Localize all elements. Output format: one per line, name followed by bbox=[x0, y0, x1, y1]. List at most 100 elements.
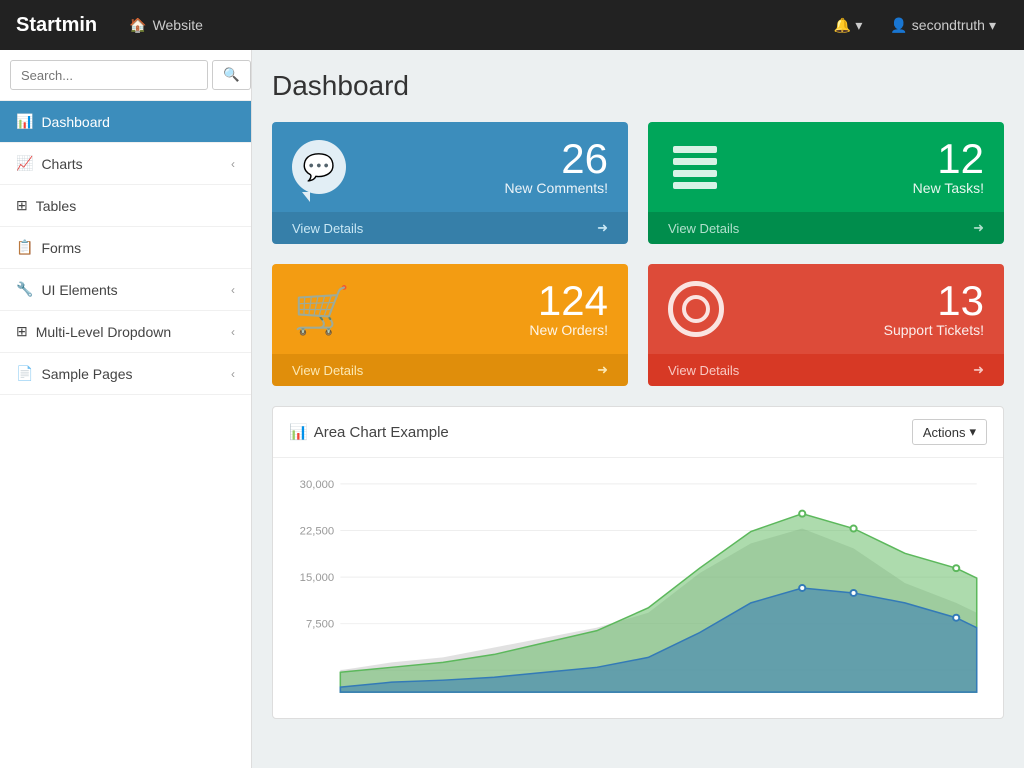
nav-left: 🏠 Website bbox=[117, 17, 822, 34]
user-caret: ▾ bbox=[989, 17, 996, 34]
widget-footer-orders[interactable]: View Details ➜ bbox=[272, 354, 628, 386]
chat-bubble-icon: 💬 bbox=[292, 140, 346, 194]
search-button[interactable]: 🔍 bbox=[212, 60, 251, 90]
navbar: Startmin 🏠 Website 🔔 ▾ 👤 secondtruth ▾ bbox=[0, 0, 1024, 50]
user-name: secondtruth bbox=[912, 17, 985, 33]
sidebar-label-dashboard: Dashboard bbox=[41, 114, 110, 130]
sidebar-search-container: 🔍 bbox=[0, 50, 251, 101]
widget-body-comments: 💬 26 New Comments! bbox=[272, 122, 628, 212]
widget-body-tasks: 12 New Tasks! bbox=[648, 122, 1004, 212]
widget-footer-comments[interactable]: View Details ➜ bbox=[272, 212, 628, 244]
view-details-tasks: View Details bbox=[668, 221, 739, 236]
chart-title: 📊 Area Chart Example bbox=[289, 423, 449, 441]
widget-body-orders: 🛒 124 New Orders! bbox=[272, 264, 628, 354]
ui-icon: 🔧 bbox=[16, 281, 33, 298]
svg-text:7,500: 7,500 bbox=[306, 619, 334, 631]
support-icon bbox=[668, 281, 724, 337]
bell-icon: 🔔 bbox=[834, 17, 851, 34]
actions-button[interactable]: Actions ▾ bbox=[912, 419, 987, 445]
widget-tickets: 13 Support Tickets! View Details ➜ bbox=[648, 264, 1004, 386]
widget-label-tickets: Support Tickets! bbox=[740, 322, 984, 338]
widget-comments: 💬 26 New Comments! View Details ➜ bbox=[272, 122, 628, 244]
chart-body: 30,000 22,500 15,000 7,500 bbox=[273, 458, 1003, 718]
widget-info-tasks: 12 New Tasks! bbox=[738, 138, 984, 196]
chart-header: 📊 Area Chart Example Actions ▾ bbox=[273, 407, 1003, 458]
layout: 🔍 📊 Dashboard 📈 Charts ‹ ⊞ Tables � bbox=[0, 50, 1024, 768]
chevron-left-icon-pages: ‹ bbox=[231, 367, 235, 381]
sidebar-label-pages: Sample Pages bbox=[41, 366, 132, 382]
widget-info-tickets: 13 Support Tickets! bbox=[740, 280, 984, 338]
widget-footer-tickets[interactable]: View Details ➜ bbox=[648, 354, 1004, 386]
actions-caret-icon: ▾ bbox=[969, 424, 976, 440]
bell-menu[interactable]: 🔔 ▾ bbox=[822, 17, 874, 34]
sidebar-label-tables: Tables bbox=[36, 198, 76, 214]
widget-number-comments: 26 bbox=[362, 138, 608, 180]
tasks-bar-4 bbox=[673, 182, 717, 189]
svg-text:22,500: 22,500 bbox=[300, 526, 334, 538]
chevron-left-icon-ui: ‹ bbox=[231, 283, 235, 297]
pages-icon: 📄 bbox=[16, 365, 33, 382]
user-menu[interactable]: 👤 secondtruth ▾ bbox=[878, 17, 1008, 34]
tables-icon: ⊞ bbox=[16, 197, 28, 214]
nav-right: 🔔 ▾ 👤 secondtruth ▾ bbox=[822, 17, 1008, 34]
sidebar-label-multi: Multi-Level Dropdown bbox=[36, 324, 171, 340]
sidebar-label-charts: Charts bbox=[41, 156, 82, 172]
widget-info-comments: 26 New Comments! bbox=[362, 138, 608, 196]
sidebar-label-forms: Forms bbox=[41, 240, 81, 256]
sidebar: 🔍 📊 Dashboard 📈 Charts ‹ ⊞ Tables � bbox=[0, 50, 252, 768]
widget-number-tickets: 13 bbox=[740, 280, 984, 322]
arrow-right-icon-comments: ➜ bbox=[597, 220, 608, 236]
view-details-tickets: View Details bbox=[668, 363, 739, 378]
page-title: Dashboard bbox=[272, 70, 1004, 102]
widget-label-orders: New Orders! bbox=[368, 322, 608, 338]
user-icon: 👤 bbox=[890, 17, 907, 34]
arrow-right-icon-tickets: ➜ bbox=[973, 362, 984, 378]
sidebar-item-tables[interactable]: ⊞ Tables bbox=[0, 185, 251, 227]
widgets-row-2: 🛒 124 New Orders! View Details ➜ bbox=[272, 264, 1004, 386]
arrow-right-icon-tasks: ➜ bbox=[973, 220, 984, 236]
widget-label-comments: New Comments! bbox=[362, 180, 608, 196]
tasks-bar-1 bbox=[673, 146, 717, 153]
widget-body-tickets: 13 Support Tickets! bbox=[648, 264, 1004, 354]
bar-chart-icon: 📊 bbox=[289, 423, 308, 441]
tasks-icon bbox=[668, 140, 722, 194]
home-icon: 🏠 bbox=[129, 17, 146, 34]
area-chart: 30,000 22,500 15,000 7,500 bbox=[289, 474, 987, 702]
brand-logo[interactable]: Startmin bbox=[16, 14, 97, 37]
comment-icon: 💬 bbox=[303, 154, 335, 180]
chevron-left-icon: ‹ bbox=[231, 157, 235, 171]
sidebar-item-forms[interactable]: 📋 Forms bbox=[0, 227, 251, 269]
bell-caret: ▾ bbox=[855, 17, 862, 34]
tasks-bar-2 bbox=[673, 158, 717, 165]
search-input[interactable] bbox=[10, 60, 208, 90]
chart-panel: 📊 Area Chart Example Actions ▾ bbox=[272, 406, 1004, 719]
svg-text:15,000: 15,000 bbox=[300, 572, 334, 584]
widget-footer-tasks[interactable]: View Details ➜ bbox=[648, 212, 1004, 244]
svg-text:30,000: 30,000 bbox=[300, 479, 334, 491]
cart-icon: 🛒 bbox=[292, 280, 352, 338]
sidebar-item-multi-level[interactable]: ⊞ Multi-Level Dropdown ‹ bbox=[0, 311, 251, 353]
tasks-bar-3 bbox=[673, 170, 717, 177]
widget-tasks: 12 New Tasks! View Details ➜ bbox=[648, 122, 1004, 244]
search-icon: 🔍 bbox=[223, 67, 240, 82]
widget-label-tasks: New Tasks! bbox=[738, 180, 984, 196]
sidebar-item-ui-elements[interactable]: 🔧 UI Elements ‹ bbox=[0, 269, 251, 311]
sidebar-item-sample-pages[interactable]: 📄 Sample Pages ‹ bbox=[0, 353, 251, 395]
forms-icon: 📋 bbox=[16, 239, 33, 256]
main-content: Dashboard 💬 26 New Comments! View Detail… bbox=[252, 50, 1024, 768]
sidebar-item-charts[interactable]: 📈 Charts ‹ bbox=[0, 143, 251, 185]
widget-orders: 🛒 124 New Orders! View Details ➜ bbox=[272, 264, 628, 386]
view-details-orders: View Details bbox=[292, 363, 363, 378]
nav-website-link[interactable]: 🏠 Website bbox=[117, 17, 215, 34]
widgets-row-1: 💬 26 New Comments! View Details ➜ bbox=[272, 122, 1004, 244]
widget-number-tasks: 12 bbox=[738, 138, 984, 180]
multi-icon: ⊞ bbox=[16, 323, 28, 340]
nav-website-label: Website bbox=[153, 17, 203, 33]
arrow-right-icon-orders: ➜ bbox=[597, 362, 608, 378]
sidebar-item-dashboard[interactable]: 📊 Dashboard bbox=[0, 101, 251, 143]
chevron-left-icon-multi: ‹ bbox=[231, 325, 235, 339]
sidebar-label-ui: UI Elements bbox=[41, 282, 117, 298]
actions-label: Actions bbox=[923, 425, 966, 440]
widget-info-orders: 124 New Orders! bbox=[368, 280, 608, 338]
charts-icon: 📈 bbox=[16, 155, 33, 172]
